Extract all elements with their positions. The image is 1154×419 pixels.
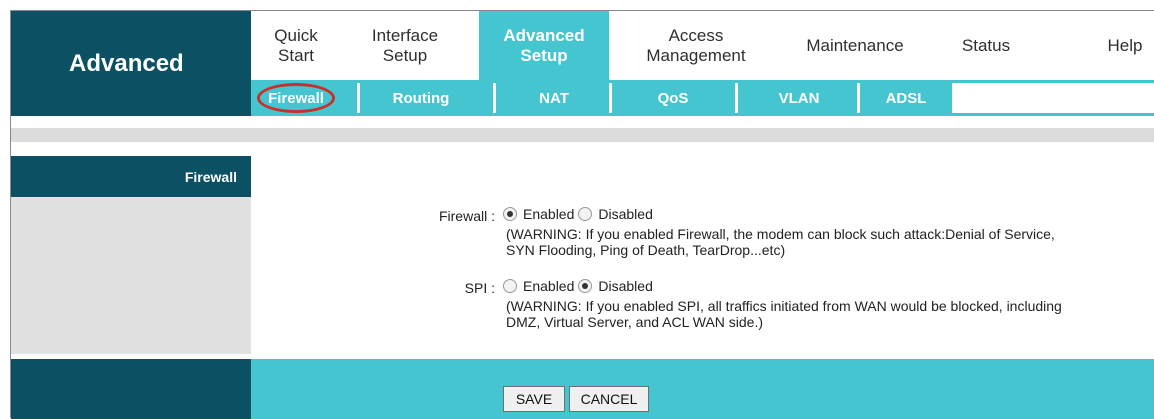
firewall-warning: (WARNING: If you enabled Firewall, the m… <box>506 226 1055 258</box>
subnav-adsl[interactable]: ADSL <box>863 80 949 116</box>
subnav-empty-area <box>952 83 1154 113</box>
subnav-qos[interactable]: QoS <box>623 80 723 116</box>
nav-label: Help <box>1107 35 1143 55</box>
firewall-enabled-radio[interactable] <box>503 207 517 221</box>
nav-label: Interface <box>371 25 439 45</box>
footer-left <box>11 359 251 419</box>
footer-actions: SAVE CANCEL <box>251 359 1154 419</box>
subnav-nat[interactable]: NAT <box>509 80 599 116</box>
subnav-vlan[interactable]: VLAN <box>751 80 847 116</box>
section-title: Firewall <box>11 156 251 197</box>
subnav-routing[interactable]: Routing <box>371 80 471 116</box>
spi-disabled-radio[interactable] <box>578 279 593 293</box>
nav-status[interactable]: Status <box>941 11 1031 80</box>
nav-label: Maintenance <box>806 35 904 55</box>
spacer-bar <box>11 128 1154 142</box>
nav-help[interactable]: Help <box>1089 11 1154 80</box>
cancel-button[interactable]: CANCEL <box>569 386 649 412</box>
firewall-disabled-label: Disabled <box>598 206 653 222</box>
nav-label: Setup <box>382 45 428 65</box>
nav-interface-setup[interactable]: Interface Setup <box>355 11 455 80</box>
divider <box>857 83 860 113</box>
divider <box>735 83 738 113</box>
spi-label: SPI : <box>464 280 495 296</box>
spi-warning: (WARNING: If you enabled SPI, all traffi… <box>506 298 1062 330</box>
firewall-options: Enabled Disabled <box>503 206 657 222</box>
spi-enabled-radio[interactable] <box>503 279 517 293</box>
divider <box>493 83 496 113</box>
divider <box>357 83 360 113</box>
nav-quick-start[interactable]: Quick Start <box>251 11 341 80</box>
router-admin-page: Advanced Quick Start Interface Setup Advan… <box>10 10 1154 419</box>
brand-title: Advanced <box>11 11 251 116</box>
warning-line: (WARNING: If you enabled SPI, all traffi… <box>506 298 1062 314</box>
top-navigation: Quick Start Interface Setup Advanced Setup … <box>251 11 1154 80</box>
nav-access-management[interactable]: Access Management <box>621 11 771 80</box>
nav-label: Access <box>668 25 724 45</box>
warning-line: SYN Flooding, Ping of Death, TearDrop...… <box>506 242 786 258</box>
spi-enabled-label: Enabled <box>523 278 575 294</box>
sub-navigation: Firewall Routing NAT QoS VLAN ADSL <box>251 80 1154 116</box>
nav-label: Quick <box>274 25 318 45</box>
warning-line: (WARNING: If you enabled Firewall, the m… <box>506 226 1055 242</box>
highlight-circle <box>257 83 335 113</box>
nav-advanced-setup[interactable]: Advanced Setup <box>479 11 609 80</box>
nav-label: Setup <box>520 45 568 65</box>
firewall-enabled-label: Enabled <box>523 206 575 222</box>
divider <box>609 83 612 113</box>
nav-label: Status <box>961 35 1011 55</box>
firewall-label: Firewall : <box>438 208 495 224</box>
spi-options: Enabled Disabled <box>503 278 657 294</box>
firewall-settings: Firewall : Enabled Disabled (WARNING: If… <box>251 156 1154 354</box>
save-button[interactable]: SAVE <box>503 386 565 412</box>
nav-label: Management <box>646 45 746 65</box>
firewall-disabled-radio[interactable] <box>578 207 593 221</box>
nav-label: Start <box>278 45 314 65</box>
warning-line: DMZ, Virtual Server, and ACL WAN side.) <box>506 314 764 330</box>
nav-maintenance[interactable]: Maintenance <box>789 11 921 80</box>
spi-disabled-label: Disabled <box>598 278 653 294</box>
nav-label: Advanced <box>503 25 585 45</box>
